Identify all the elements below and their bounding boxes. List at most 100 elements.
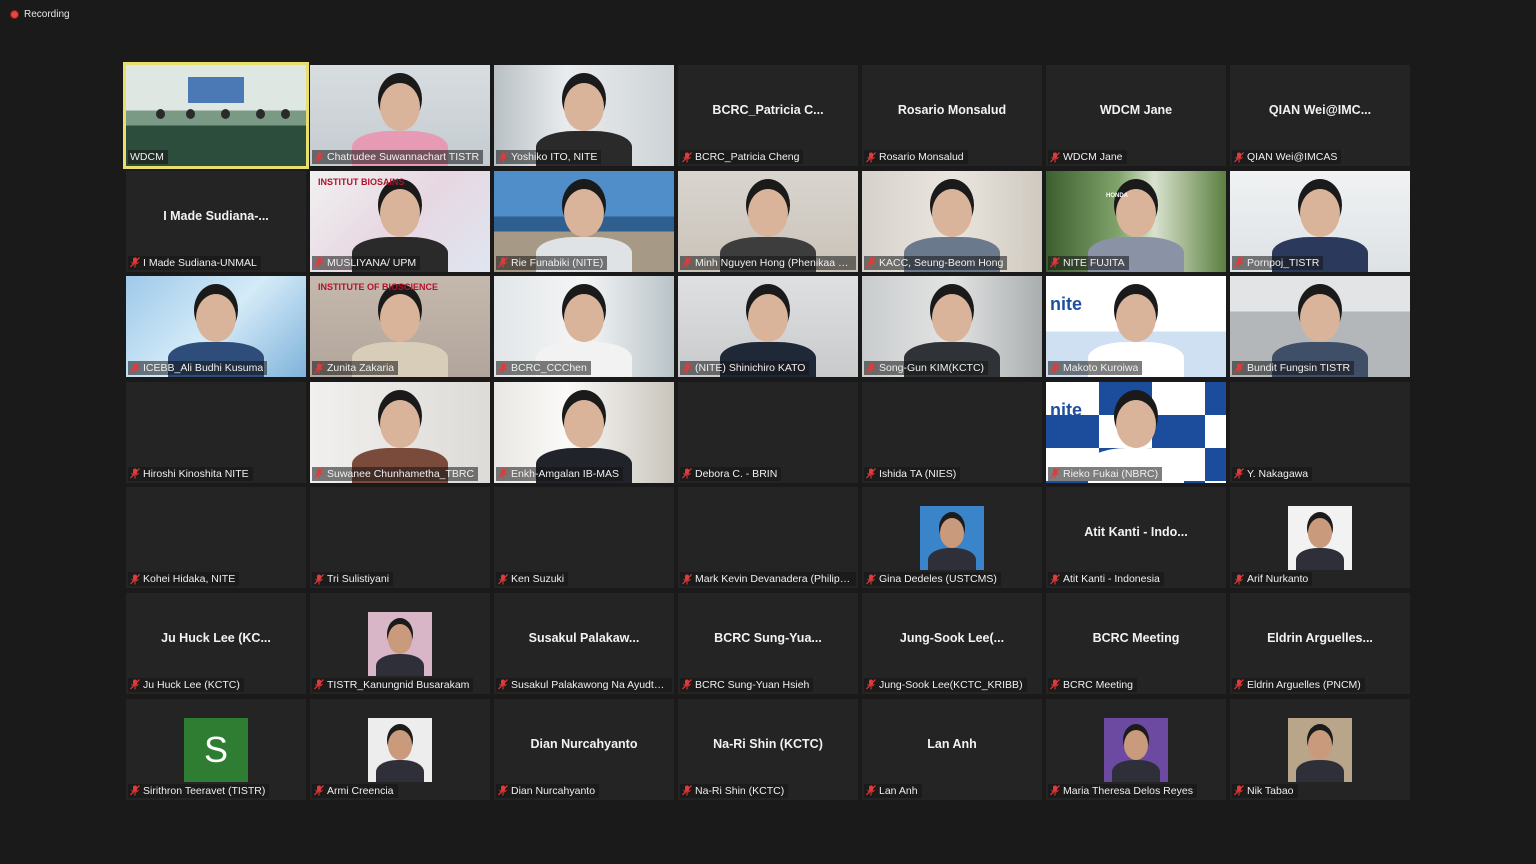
muted-mic-icon: [130, 573, 140, 585]
participant-name-label: Chatrudee Suwannachart TISTR: [312, 150, 484, 164]
person-head: [1116, 399, 1156, 448]
person-head: [564, 399, 604, 448]
participant-tile[interactable]: KACC, Seung-Beom Hong: [862, 170, 1042, 272]
muted-mic-icon: [1050, 468, 1060, 479]
participant-tile[interactable]: Rie Funabiki (NITE): [494, 170, 674, 272]
participant-tile[interactable]: Minh Nguyen Hong (Phenikaa U...: [678, 170, 858, 272]
participant-tile[interactable]: nite Rieko Fukai (NBRC): [1046, 381, 1226, 483]
participant-tile[interactable]: Rosario Monsalud Rosario Monsalud: [862, 65, 1042, 166]
participant-tile[interactable]: Y. Nakagawa: [1230, 381, 1410, 483]
muted-mic-icon: [1050, 257, 1060, 268]
participant-tile[interactable]: Arif Nurkanto: [1230, 487, 1410, 589]
background-banner-text: INSTITUT BIOSAINS: [318, 176, 405, 187]
participant-tile[interactable]: Enkh-Amgalan IB-MAS: [494, 381, 674, 483]
participant-tile[interactable]: Ishida TA (NIES): [862, 381, 1042, 483]
muted-mic-icon: [1050, 679, 1060, 690]
muted-mic-icon: [866, 679, 876, 690]
participant-tile[interactable]: Bundit Fungsin TISTR: [1230, 276, 1410, 378]
person-figure: [281, 109, 290, 119]
person-head: [380, 399, 420, 448]
participant-tile[interactable]: TISTR_Kanungnid Busarakam: [310, 592, 490, 694]
participant-tile[interactable]: (NITE) Shinichiro KATO: [678, 276, 858, 378]
participant-tile[interactable]: Dian Nurcahyanto Dian Nurcahyanto: [494, 698, 674, 800]
participant-gallery: WDCM Chatrudee Suwannachart TISTR Yoshiko …: [123, 62, 1410, 800]
participant-tile[interactable]: BCRC Meeting BCRC Meeting: [1046, 592, 1226, 694]
participant-name-label: Yoshiko ITO, NITE: [496, 150, 602, 164]
participant-tile[interactable]: Tri Sulistiyani: [310, 487, 490, 589]
participant-tile[interactable]: Hiroshi Kinoshita NITE: [126, 381, 306, 483]
photo-face: [1308, 518, 1332, 549]
participant-tile[interactable]: S Sirithron Teeravet (TISTR): [126, 698, 306, 800]
participant-name-label: Song-Gun KIM(KCTC): [864, 361, 989, 376]
participant-name: (NITE) Shinichiro KATO: [695, 362, 806, 375]
muted-mic-icon: [866, 468, 876, 479]
participant-tile[interactable]: BCRC_Patricia C... BCRC_Patricia Cheng: [678, 65, 858, 166]
participant-name-label: KACC, Seung-Beom Hong: [864, 255, 1008, 270]
participant-tile[interactable]: QIAN Wei@IMC... QIAN Wei@IMCAS: [1230, 65, 1410, 166]
participant-tile[interactable]: INSTITUT BIOSAINS MUSLIYANA/ UPM: [310, 170, 490, 272]
participant-tile[interactable]: ICEBB_Ali Budhi Kusuma: [126, 276, 306, 378]
participant-tile[interactable]: Na-Ri Shin (KCTC) Na-Ri Shin (KCTC): [678, 698, 858, 800]
participant-name-label: Mark Kevin Devanadera (Philippi...: [680, 572, 856, 587]
recording-indicator[interactable]: Recording: [10, 9, 70, 20]
participant-tile[interactable]: BCRC_CCChen: [494, 276, 674, 378]
participant-tile[interactable]: Susakul Palakaw... Susakul Palakawong Na …: [494, 592, 674, 694]
background-banner-text: INSTITUTE OF BIOSCIENCE: [318, 282, 439, 293]
participant-display-name: WDCM Jane: [1099, 103, 1173, 117]
participant-name: Rosario Monsalud: [879, 151, 964, 163]
participant-tile[interactable]: Chatrudee Suwannachart TISTR: [310, 65, 490, 166]
participant-tile[interactable]: WDCM: [123, 62, 309, 169]
participant-name-label: Rosario Monsalud: [864, 150, 968, 164]
participant-tile[interactable]: WDCM Jane WDCM Jane: [1046, 65, 1226, 166]
participant-tile[interactable]: Suwanee Chunhametha_TBRC: [310, 381, 490, 483]
participant-name: Maria Theresa Delos Reyes: [1063, 784, 1193, 797]
participant-name-label: Debora C. - BRIN: [680, 466, 782, 481]
participant-name: Makoto Kuroiwa: [1063, 362, 1139, 375]
participant-display-name: BCRC_Patricia C...: [712, 103, 824, 117]
participant-display-name: Rosario Monsalud: [897, 103, 1007, 117]
participant-tile[interactable]: Kohei Hidaka, NITE: [126, 487, 306, 589]
participant-name-label: Ken Suzuki: [496, 572, 569, 587]
participant-tile[interactable]: Atit Kanti - Indo... Atit Kanti - Indones…: [1046, 487, 1226, 589]
participant-tile[interactable]: Pornpoj_TISTR: [1230, 170, 1410, 272]
participant-tile[interactable]: Armi Creencia: [310, 698, 490, 800]
participant-name-label: Atit Kanti - Indonesia: [1048, 572, 1164, 587]
participant-tile[interactable]: Yoshiko ITO, NITE: [494, 65, 674, 166]
participant-tile[interactable]: Jung-Sook Lee(... Jung-Sook Lee(KCTC_KRIB…: [862, 592, 1042, 694]
participant-tile[interactable]: HONDA NITE FUJITA: [1046, 170, 1226, 272]
participant-tile[interactable]: Eldrin Arguelles... Eldrin Arguelles (PNC…: [1230, 592, 1410, 694]
participant-tile[interactable]: Ju Huck Lee (KC... Ju Huck Lee (KCTC): [126, 592, 306, 694]
participant-name: BCRC Sung-Yuan Hsieh: [695, 678, 810, 691]
participant-tile[interactable]: Debora C. - BRIN: [678, 381, 858, 483]
participant-name-label: Minh Nguyen Hong (Phenikaa U...: [680, 255, 856, 270]
participant-tile[interactable]: Nik Tabao: [1230, 698, 1410, 800]
participant-tile[interactable]: Lan Anh Lan Anh: [862, 698, 1042, 800]
participant-name: MUSLIYANA/ UPM: [327, 256, 417, 269]
participant-tile[interactable]: BCRC Sung-Yua... BCRC Sung-Yuan Hsieh: [678, 592, 858, 694]
participant-name-label: Suwanee Chunhametha_TBRC: [312, 466, 479, 481]
muted-mic-icon: [682, 679, 692, 690]
participant-tile[interactable]: I Made Sudiana-... I Made Sudiana-UNMAL: [126, 170, 306, 272]
photo-face: [1124, 729, 1148, 760]
participant-name-label: Rieko Fukai (NBRC): [1048, 466, 1163, 481]
participant-tile[interactable]: nite Makoto Kuroiwa: [1046, 276, 1226, 378]
participant-tile[interactable]: Mark Kevin Devanadera (Philippi...: [678, 487, 858, 589]
muted-mic-icon: [498, 679, 508, 690]
participant-tile[interactable]: INSTITUTE OF BIOSCIENCE Zunita Zakaria: [310, 276, 490, 378]
participant-name-label: Hiroshi Kinoshita NITE: [128, 466, 253, 481]
participant-name-label: NITE FUJITA: [1048, 255, 1129, 270]
participant-name: Jung-Sook Lee(KCTC_KRIBB): [879, 678, 1023, 691]
muted-mic-icon: [498, 468, 508, 479]
participant-name-label: ICEBB_Ali Budhi Kusuma: [128, 361, 268, 376]
participant-name-label: Ishida TA (NIES): [864, 466, 961, 481]
muted-mic-icon: [866, 362, 876, 374]
participant-display-name: Lan Anh: [927, 736, 977, 751]
participant-name-label: BCRC Meeting: [1048, 677, 1138, 692]
participant-tile[interactable]: Song-Gun KIM(KCTC): [862, 276, 1042, 378]
participant-tile[interactable]: Gina Dedeles (USTCMS): [862, 487, 1042, 589]
participant-name: Dian Nurcahyanto: [511, 784, 596, 797]
recording-dot-icon: [10, 10, 19, 19]
participant-name-label: Ju Huck Lee (KCTC): [128, 677, 244, 692]
participant-tile[interactable]: Maria Theresa Delos Reyes: [1046, 698, 1226, 800]
participant-tile[interactable]: Ken Suzuki: [494, 487, 674, 589]
